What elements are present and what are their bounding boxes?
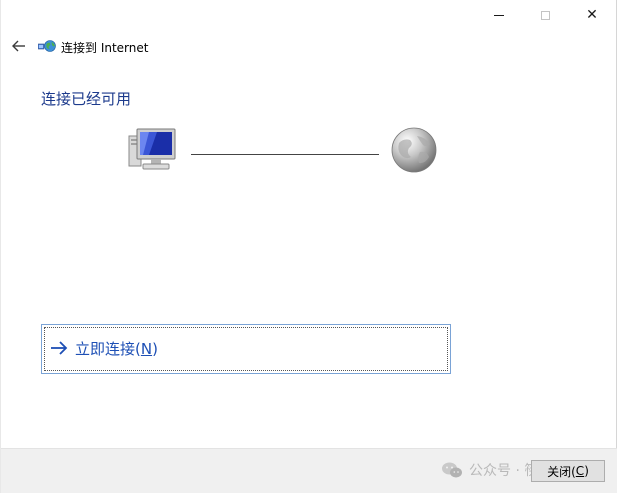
wechat-icon — [442, 462, 462, 478]
connect-now-option[interactable]: 立即连接(N) — [41, 324, 451, 374]
window-title: 连接到 Internet — [61, 41, 149, 55]
connection-line — [191, 154, 379, 155]
dialog-footer: 公众号 · 筷子哥 关闭(C) — [1, 448, 617, 493]
minimize-icon — [494, 14, 504, 16]
accelerator-key-n: N — [140, 340, 153, 358]
connect-now-text-end: ) — [152, 340, 158, 358]
navigation-bar: 连接到 Internet — [1, 36, 401, 58]
computer-icon — [128, 128, 176, 170]
title-bar: ✕ — [1, 0, 617, 32]
back-arrow-icon[interactable] — [10, 38, 28, 54]
right-arrow-icon — [51, 341, 68, 355]
close-icon: ✕ — [586, 7, 598, 23]
maximize-button — [523, 0, 567, 30]
close-button-text-end: ) — [584, 464, 589, 478]
network-globe-icon — [38, 40, 56, 52]
internet-globe-icon — [391, 127, 437, 173]
maximize-icon — [540, 10, 550, 20]
minimize-button[interactable] — [477, 0, 521, 30]
page-heading: 连接已经可用 — [41, 90, 132, 108]
close-window-button[interactable]: ✕ — [570, 0, 614, 30]
accelerator-key-c: C — [575, 464, 585, 478]
close-button-text: 关闭( — [547, 464, 576, 479]
close-button[interactable]: 关闭(C) — [531, 460, 605, 482]
connect-now-label: 立即连接(N) — [75, 338, 158, 359]
connect-now-text: 立即连接( — [75, 340, 141, 358]
connect-to-internet-window: ✕ 连接到 Internet 连接已经可用 立即连接(N) 公众号 · 筷子哥 … — [0, 0, 617, 493]
